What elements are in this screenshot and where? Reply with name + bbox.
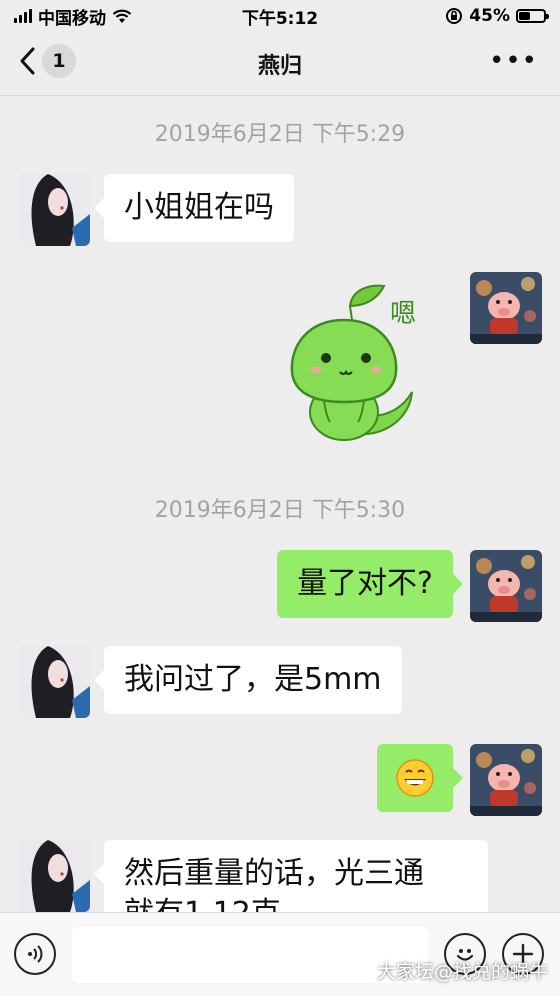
contact-avatar[interactable] <box>18 646 90 718</box>
outgoing-emoji-message[interactable] <box>377 744 463 812</box>
voice-icon <box>28 945 43 963</box>
timestamp: 2019年6月2日 下午5:29 <box>154 122 406 147</box>
unread-count-badge: 1 <box>42 44 76 78</box>
my-avatar[interactable] <box>470 272 542 344</box>
my-avatar[interactable] <box>470 744 542 816</box>
wifi-icon <box>112 9 132 23</box>
chat-title: 燕归 <box>257 53 302 79</box>
chat-area[interactable]: 2019年6月2日 下午5:29 小姐姐在吗 嗯 2019年6月2日 下午5:3… <box>0 96 560 912</box>
message-input[interactable] <box>72 927 428 983</box>
status-bar: 中国移动 下午5:12 45% <box>0 0 560 32</box>
message-line: 就有1.12克 <box>124 894 468 912</box>
battery-icon <box>516 9 549 23</box>
voice-button[interactable] <box>14 933 56 975</box>
incoming-message[interactable]: 我问过了，是5mm <box>94 646 402 714</box>
message-line: 然后重量的话，光三通 <box>124 856 424 891</box>
sticker-text: 嗯 <box>390 299 416 329</box>
signal-icon <box>14 9 32 23</box>
incoming-message[interactable]: 小姐姐在吗 <box>94 174 294 242</box>
battery-percent: 45% <box>469 6 510 26</box>
back-button[interactable]: 1 <box>18 44 76 78</box>
contact-avatar[interactable] <box>18 174 90 246</box>
input-bar: 大家坛@找兑的蜗牛 <box>0 912 560 996</box>
battery-fill <box>519 12 530 20</box>
status-left: 中国移动 <box>14 4 132 29</box>
contact-avatar[interactable] <box>18 840 90 912</box>
carrier-name: 中国移动 <box>38 8 106 29</box>
chevron-left-icon <box>20 47 35 75</box>
timestamp: 2019年6月2日 下午5:30 <box>154 498 406 523</box>
nav-bar: 1 燕归 ••• <box>0 32 560 96</box>
incoming-message[interactable]: 然后重量的话，光三通 就有1.12克 <box>94 840 488 912</box>
grinning-face-icon <box>396 759 434 797</box>
more-options-button[interactable]: ••• <box>489 46 538 76</box>
status-right: 45% <box>445 6 549 26</box>
sticker-image[interactable]: 嗯 <box>280 276 430 446</box>
outgoing-message[interactable]: 量了对不? <box>277 550 463 618</box>
rotation-lock-icon <box>446 8 463 24</box>
my-avatar[interactable] <box>470 550 542 622</box>
watermark: 大家坛@找兑的蜗牛 <box>376 961 548 983</box>
